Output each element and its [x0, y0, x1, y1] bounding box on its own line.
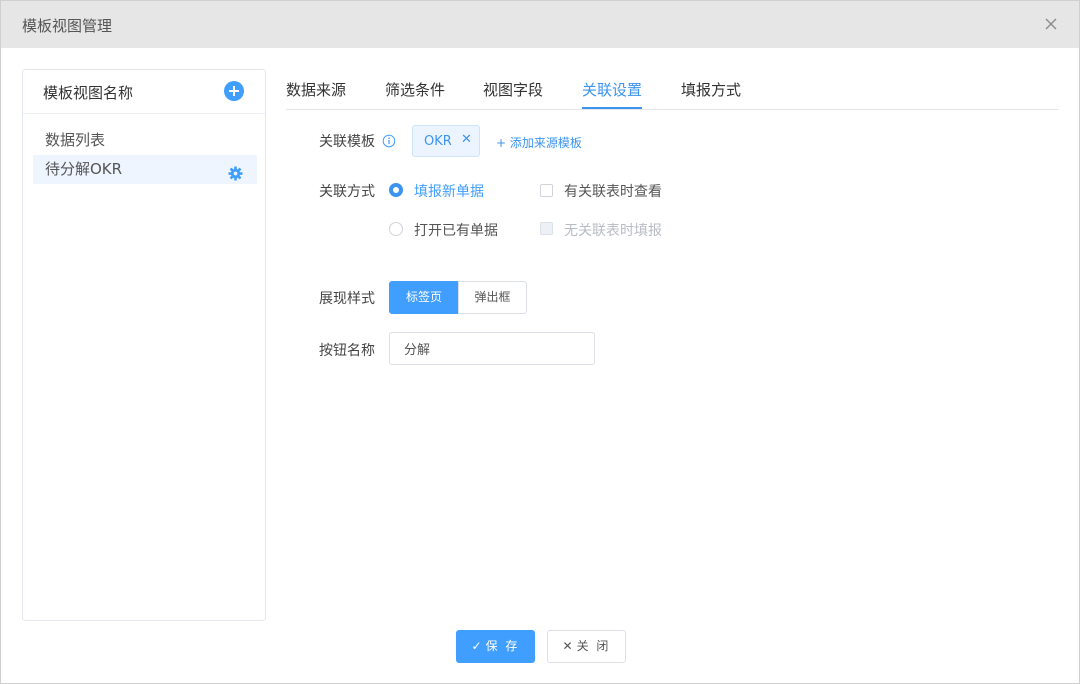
close-button-label: 关 闭 [576, 639, 611, 653]
list-panel-title: 模板视图名称 [43, 84, 134, 102]
view-list: 数据列表 待分解OKR [23, 114, 265, 184]
tab-data-source[interactable]: 数据来源 [286, 79, 346, 109]
link-template-label: 关联模板 [319, 134, 375, 150]
dialog-header: 模板视图管理 [1, 1, 1079, 48]
save-button[interactable]: ✓ 保 存 [456, 630, 535, 663]
remove-tag-close-icon[interactable]: ✕ [461, 132, 472, 147]
close-icon[interactable] [1041, 14, 1061, 34]
radio-open-existing[interactable] [389, 222, 403, 236]
tab-filter-conditions[interactable]: 筛选条件 [385, 79, 445, 109]
tab-view-fields[interactable]: 视图字段 [483, 79, 543, 109]
template-view-dialog: 模板视图管理 模板视图名称 数据列表 待分解OKR 数据来源 筛选条件 视图字段… [0, 0, 1080, 684]
tab-fill-method[interactable]: 填报方式 [681, 79, 741, 109]
tab-link-settings[interactable]: 关联设置 [582, 79, 643, 109]
checkbox-view-when-linked-label: 有关联表时查看 [564, 184, 662, 200]
checkbox-view-when-linked[interactable] [540, 184, 553, 197]
settings-tabs: 数据来源 筛选条件 视图字段 关联设置 填报方式 [286, 69, 1059, 110]
close-icon: ✕ [562, 639, 573, 653]
linked-template-tag: OKR ✕ [412, 125, 480, 157]
list-item-label: 数据列表 [45, 131, 106, 149]
checkbox-fill-when-unlinked-label: 无关联表时填报 [564, 223, 662, 239]
template-view-list-panel: 模板视图名称 数据列表 待分解OKR [22, 69, 266, 621]
list-item[interactable]: 数据列表 [33, 126, 257, 155]
save-button-label: 保 存 [485, 639, 520, 653]
radio-open-existing-label: 打开已有单据 [414, 223, 498, 239]
list-item-label: 待分解OKR [45, 160, 123, 178]
tag-label: OKR [424, 134, 452, 149]
list-panel-header: 模板视图名称 [23, 70, 265, 114]
checkbox-fill-when-unlinked [540, 222, 553, 235]
info-icon[interactable] [382, 133, 396, 148]
link-mode-label: 关联方式 [319, 184, 375, 200]
close-button[interactable]: ✕ 关 闭 [547, 630, 626, 663]
display-style-popup-button[interactable]: 弹出框 [458, 281, 527, 314]
gear-icon[interactable] [228, 162, 243, 181]
list-item-selected[interactable]: 待分解OKR [33, 155, 257, 184]
radio-fill-new[interactable] [389, 183, 403, 197]
button-name-label: 按钮名称 [319, 343, 375, 359]
dialog-title: 模板视图管理 [22, 17, 113, 35]
display-style-label: 展现样式 [319, 291, 375, 307]
display-style-tab-page-button[interactable]: 标签页 [389, 281, 459, 314]
add-view-plus-icon[interactable] [224, 81, 244, 101]
button-name-input[interactable] [389, 332, 595, 365]
radio-fill-new-label: 填报新单据 [414, 184, 484, 200]
check-icon: ✓ [471, 639, 482, 653]
add-source-template-link[interactable]: + 添加来源模板 [496, 134, 582, 151]
